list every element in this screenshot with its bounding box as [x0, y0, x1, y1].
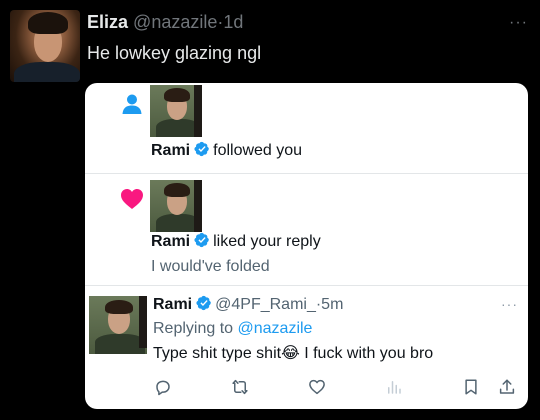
attached-image-card[interactable]: Rami followed you Rami liked your reply I …	[85, 83, 528, 409]
reply-author-name[interactable]: Rami	[153, 296, 192, 313]
verified-badge-icon	[194, 232, 209, 248]
bookmark-icon[interactable]	[461, 377, 481, 397]
like-line: Rami liked your reply	[151, 232, 321, 252]
follow-action: followed you	[213, 142, 303, 159]
reply-icon[interactable]	[153, 377, 173, 397]
replying-to-handle[interactable]: @nazazile	[238, 320, 313, 337]
reply-author-avatar[interactable]	[89, 296, 147, 354]
liked-reply-text[interactable]: I would've folded	[151, 257, 270, 277]
laughing-emoji-icon: 😂	[281, 345, 300, 362]
verified-badge-icon	[194, 141, 209, 157]
author-handle[interactable]: @nazazile	[133, 12, 217, 32]
reply-time[interactable]: 5m	[321, 296, 343, 313]
repost-icon[interactable]	[230, 377, 250, 397]
reply-text-before: Type shit type shit	[153, 345, 282, 362]
more-options-icon[interactable]: ···	[509, 14, 528, 32]
views-icon[interactable]	[384, 377, 404, 397]
tweet-header: Eliza @nazazile·1d	[87, 11, 243, 33]
author-avatar[interactable]	[10, 10, 80, 82]
reply-text-after: I fuck with you bro	[304, 345, 434, 362]
author-name[interactable]: Eliza	[87, 12, 128, 32]
tweet-time[interactable]: 1d	[223, 12, 243, 32]
tweet[interactable]: Eliza @nazazile·1d ··· He lowkey glazing…	[0, 0, 540, 420]
verified-badge-icon	[196, 295, 211, 311]
like-icon[interactable]	[307, 377, 327, 397]
follower-name[interactable]: Rami	[151, 142, 190, 159]
heart-icon	[121, 189, 143, 209]
tweet-text: He lowkey glazing ngl	[87, 43, 262, 63]
liker-name[interactable]: Rami	[151, 233, 190, 250]
follower-avatar[interactable]	[150, 85, 202, 137]
liker-avatar[interactable]	[150, 180, 202, 232]
replying-to-label: Replying to	[153, 320, 234, 337]
reply-more-icon[interactable]: ···	[501, 296, 518, 312]
reply-header: Rami @4PF_Rami_·5m	[153, 295, 343, 315]
person-icon	[122, 94, 142, 114]
like-action: liked your reply	[213, 233, 321, 250]
like-notification[interactable]: Rami liked your reply I would've folded	[85, 174, 528, 284]
share-icon[interactable]	[497, 377, 517, 397]
replying-to-line: Replying to @nazazile	[153, 319, 312, 339]
follow-notification[interactable]: Rami followed you	[85, 83, 528, 173]
follow-line: Rami followed you	[151, 141, 302, 161]
reply-action-bar	[85, 377, 528, 397]
reply-author-handle[interactable]: @4PF_Rami_	[215, 296, 316, 313]
reply-text: Type shit type shit😂 I fuck with you bro	[153, 344, 433, 364]
